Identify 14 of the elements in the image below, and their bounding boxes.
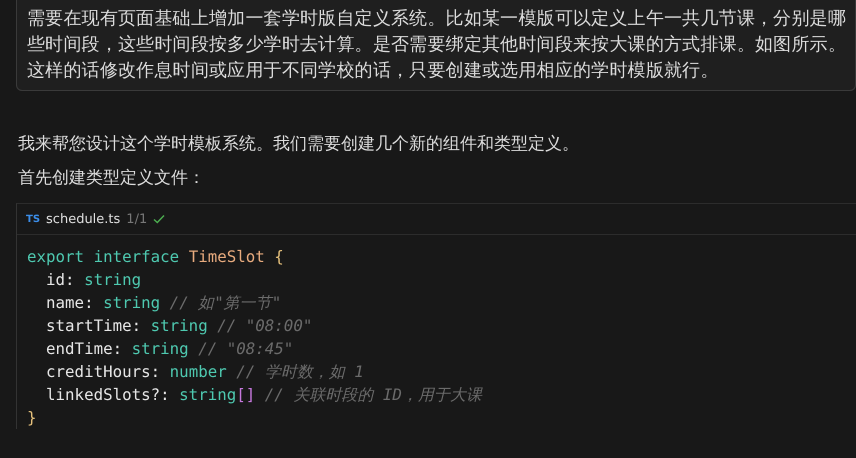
code-line: name: string // 如"第一节" xyxy=(45,293,282,312)
code-line: endTime: string // "08:45" xyxy=(45,339,294,358)
prompt-text: 需要在现有页面基础上增加一套学时版自定义系统。比如某一模版可以定义上午一共几节课，分别是哪些时间段，这些时间段按多少学时去计算。是否需要绑定其他时间段来按大课的方式排课。如图所示。这样的话修改作息时间或应用于不同学校的话，只要创建或选用相应的学时模版就行。 xyxy=(27,8,846,81)
reply-text: 我来帮您设计这个学时模板系统。我们需要创建几个新的组件和类型定义。 xyxy=(17,133,580,156)
code-line: startTime: string // "08:00" xyxy=(45,316,312,335)
code-line: creditHours: number // 学时数，如 1 xyxy=(45,362,364,381)
code-line: } xyxy=(27,408,37,427)
code-line: export interface TimeSlot { xyxy=(27,247,284,266)
code-line: id: string xyxy=(45,270,142,289)
edit-count: 1/1 xyxy=(126,212,148,226)
reply-text: 首先创建类型定义文件： xyxy=(17,167,206,190)
typescript-icon: TS xyxy=(26,214,40,224)
file-name[interactable]: schedule.ts xyxy=(46,212,120,226)
code-line: linkedSlots?: string[] // 关联时段的 ID，用于大课 xyxy=(45,385,482,404)
